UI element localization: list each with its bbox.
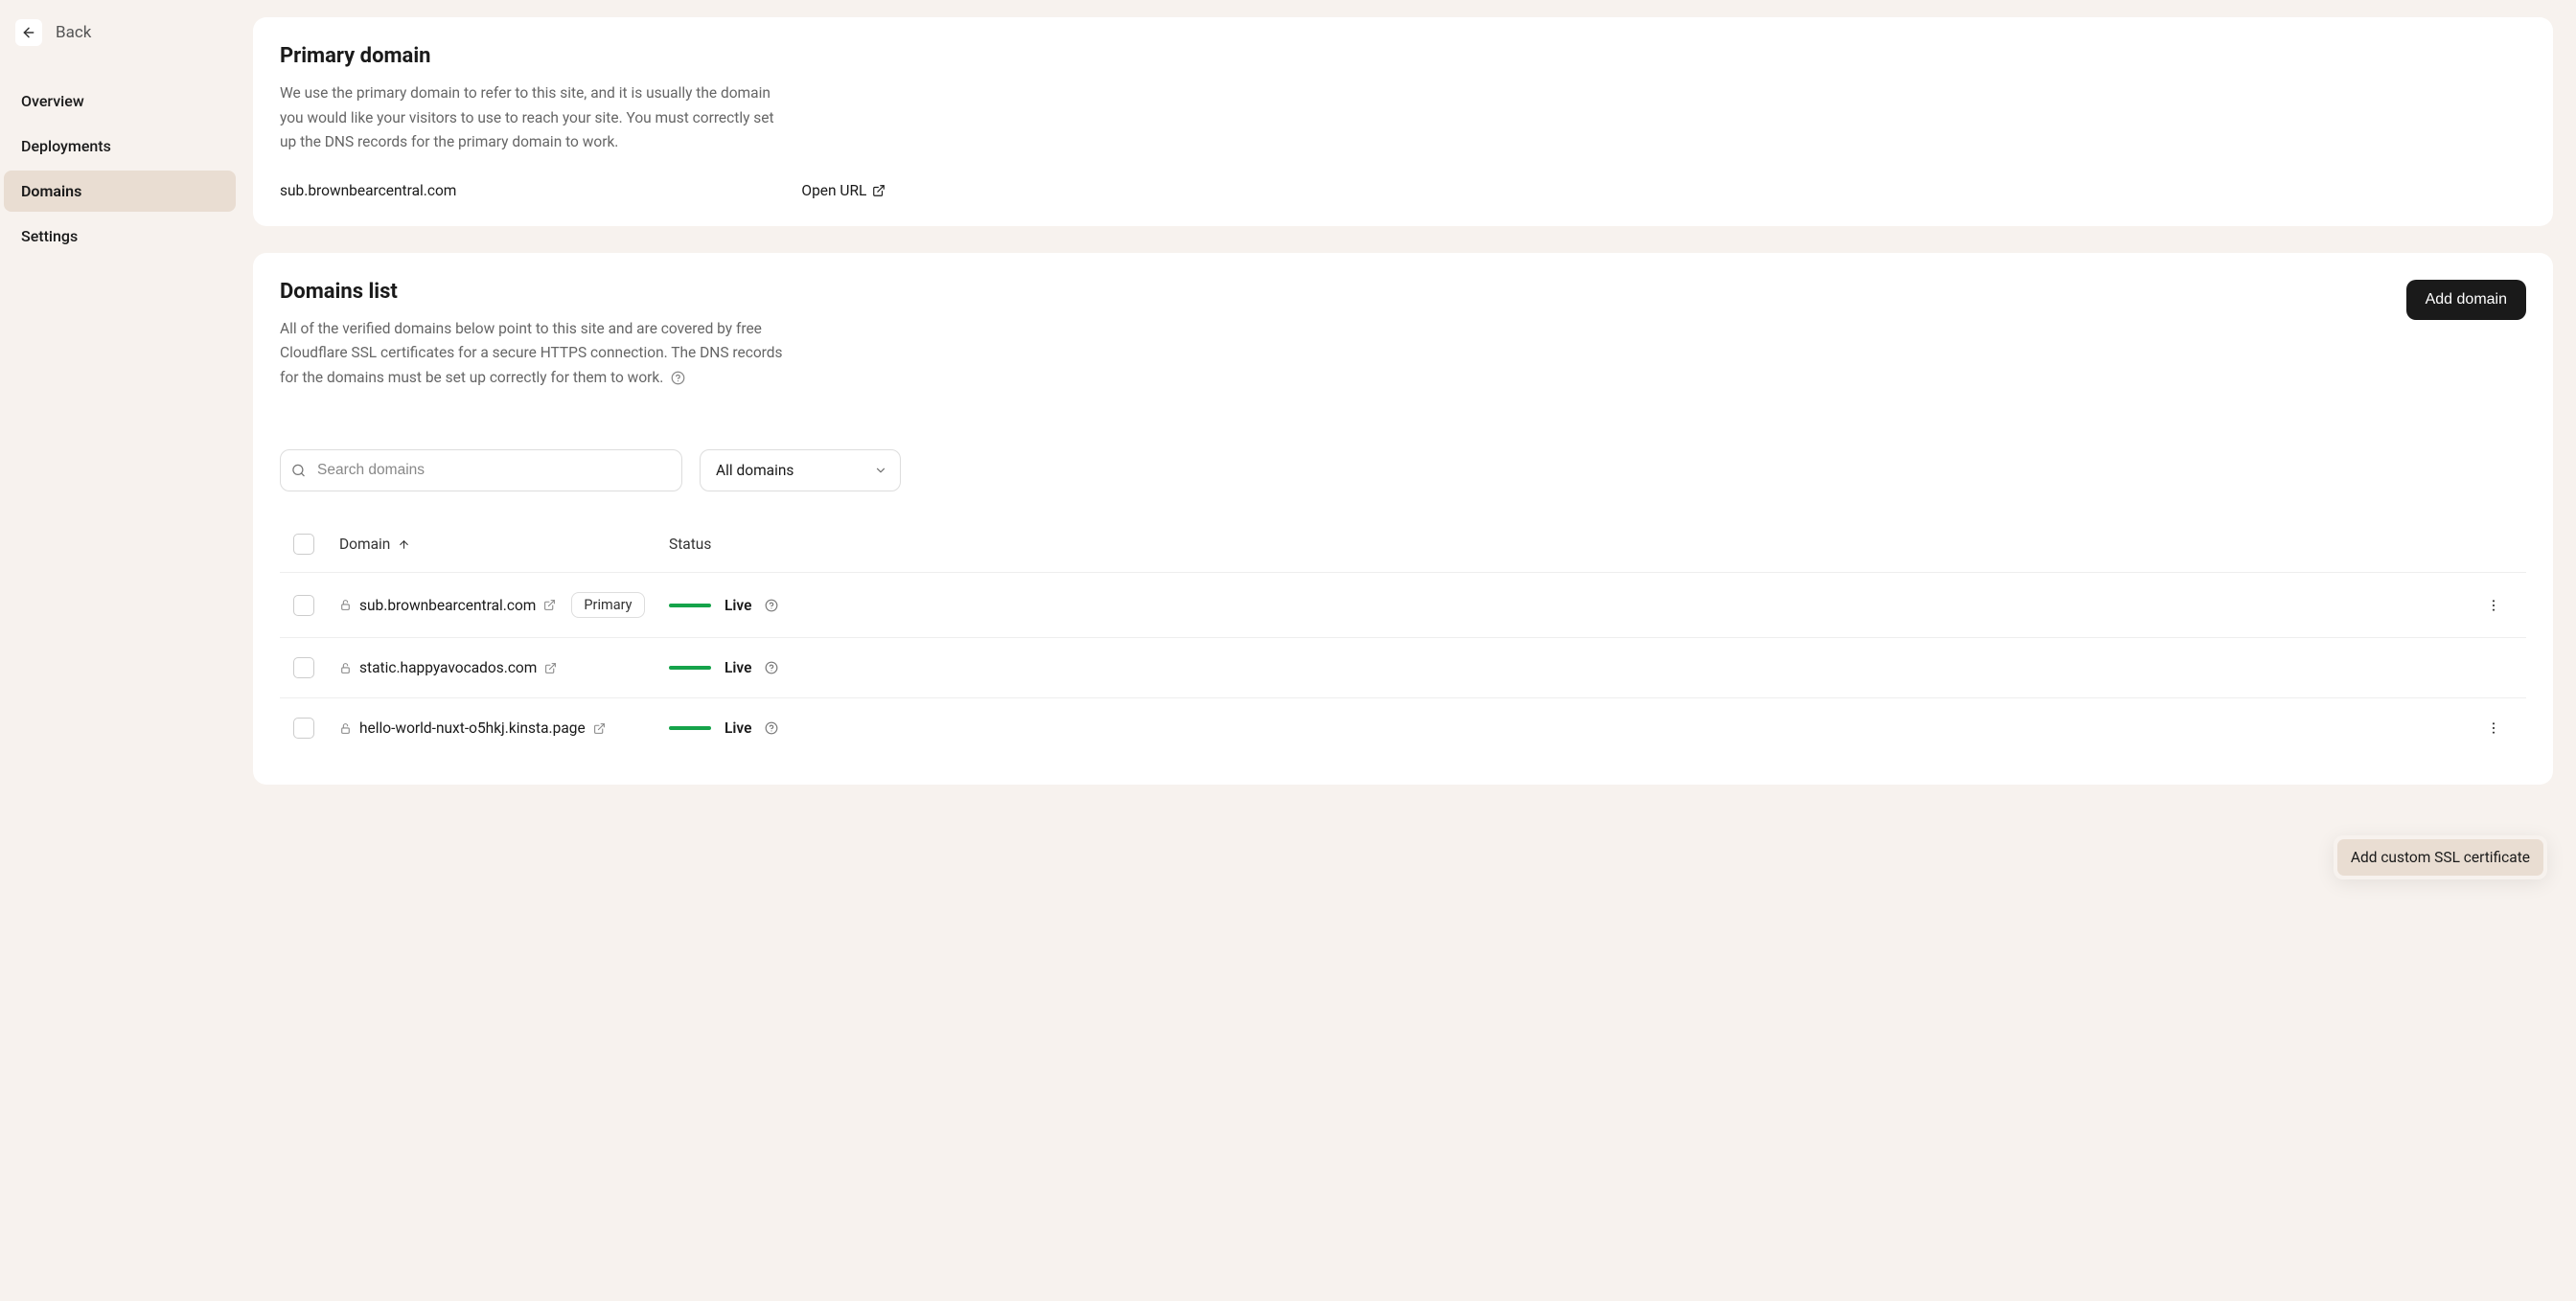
- row-checkbox[interactable]: [293, 718, 314, 739]
- domain-column-header[interactable]: Domain: [339, 536, 656, 553]
- domains-list-description: All of the verified domains below point …: [280, 317, 788, 391]
- nav-list: Overview Deployments Domains Settings: [4, 80, 236, 257]
- help-icon[interactable]: [765, 661, 778, 674]
- help-icon[interactable]: [765, 721, 778, 735]
- open-url-link[interactable]: Open URL: [801, 182, 886, 199]
- sidebar-item-overview[interactable]: Overview: [4, 80, 236, 122]
- row-checkbox[interactable]: [293, 657, 314, 678]
- domain-filter-label: All domains: [716, 462, 794, 479]
- arrow-up-icon: [398, 538, 410, 551]
- domain-name: sub.brownbearcentral.com: [359, 597, 536, 614]
- row-menu-button[interactable]: [2486, 720, 2501, 736]
- row-menu-button[interactable]: [2486, 598, 2501, 613]
- primary-domain-title: Primary domain: [280, 44, 2526, 68]
- search-domains-input[interactable]: [280, 449, 682, 491]
- primary-domain-description: We use the primary domain to refer to th…: [280, 81, 788, 155]
- primary-badge: Primary: [571, 592, 644, 618]
- row-context-menu: Add custom SSL certificate: [2334, 835, 2547, 879]
- search-icon: [291, 464, 306, 478]
- primary-domain-value: sub.brownbearcentral.com: [280, 182, 456, 199]
- status-indicator: [669, 604, 711, 607]
- arrow-left-icon: [21, 25, 36, 40]
- back-button[interactable]: [15, 19, 42, 46]
- sidebar-item-settings[interactable]: Settings: [4, 216, 236, 257]
- lock-icon: [339, 722, 352, 735]
- back-row: Back: [4, 11, 236, 54]
- status-column-header: Status: [669, 536, 2461, 553]
- add-ssl-menu-item[interactable]: Add custom SSL certificate: [2337, 839, 2543, 876]
- back-label: Back: [56, 23, 91, 42]
- main-content: Primary domain We use the primary domain…: [240, 0, 2576, 1301]
- help-icon[interactable]: [671, 371, 685, 385]
- domain-name: static.happyavocados.com: [359, 659, 537, 676]
- row-checkbox[interactable]: [293, 595, 314, 616]
- table-row: static.happyavocados.com Live: [280, 637, 2526, 697]
- table-header-row: Domain Status: [280, 516, 2526, 572]
- external-link-icon[interactable]: [543, 599, 556, 611]
- open-url-label: Open URL: [801, 182, 866, 199]
- domains-table: Domain Status: [280, 516, 2526, 758]
- table-row: sub.brownbearcentral.com Primary Live: [280, 572, 2526, 637]
- add-domain-button[interactable]: Add domain: [2406, 280, 2526, 320]
- external-link-icon: [872, 184, 886, 197]
- lock-icon: [339, 599, 352, 611]
- primary-domain-card: Primary domain We use the primary domain…: [253, 17, 2553, 226]
- domains-list-title: Domains list: [280, 280, 788, 304]
- domain-header-label: Domain: [339, 536, 390, 553]
- help-icon[interactable]: [765, 599, 778, 612]
- select-all-checkbox[interactable]: [293, 534, 314, 555]
- table-row: hello-world-nuxt-o5hkj.kinsta.page Live: [280, 697, 2526, 758]
- status-indicator: [669, 666, 711, 670]
- status-label: Live: [724, 597, 751, 614]
- status-indicator: [669, 726, 711, 730]
- status-header-label: Status: [669, 536, 711, 553]
- external-link-icon[interactable]: [593, 722, 606, 735]
- domain-name: hello-world-nuxt-o5hkj.kinsta.page: [359, 719, 586, 737]
- domain-filter-select[interactable]: All domains: [700, 449, 901, 491]
- sidebar-item-deployments[interactable]: Deployments: [4, 126, 236, 167]
- chevron-down-icon: [874, 464, 887, 477]
- lock-icon: [339, 662, 352, 674]
- status-label: Live: [724, 719, 751, 737]
- external-link-icon[interactable]: [544, 662, 557, 674]
- domains-list-card: Domains list All of the verified domains…: [253, 253, 2553, 786]
- sidebar: Back Overview Deployments Domains Settin…: [0, 0, 240, 1301]
- status-label: Live: [724, 659, 751, 676]
- sidebar-item-domains[interactable]: Domains: [4, 171, 236, 212]
